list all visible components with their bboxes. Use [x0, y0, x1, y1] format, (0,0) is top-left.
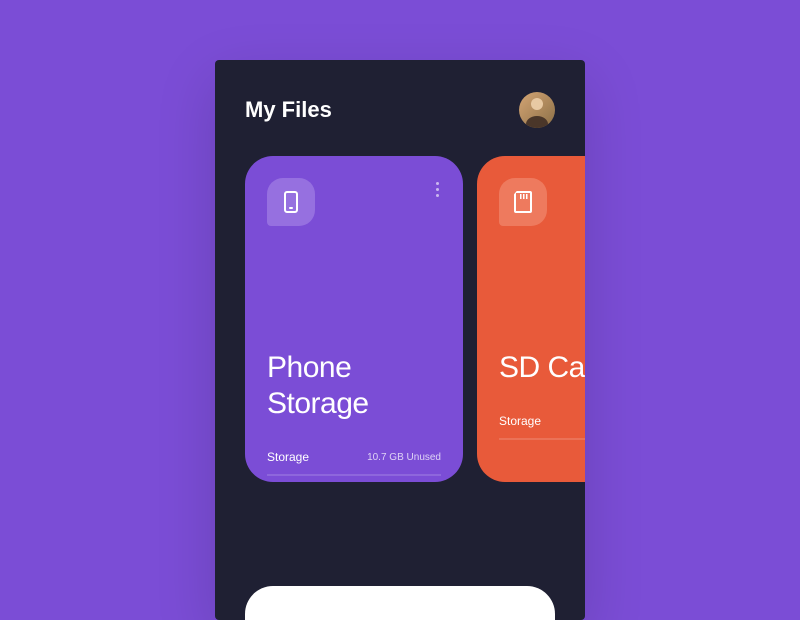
phone-storage-card[interactable]: Phone Storage Storage 10.7 GB Unused [245, 156, 463, 482]
storage-cards-row: Phone Storage Storage 10.7 GB Unused SD … [215, 156, 585, 482]
storage-label: Storage [267, 450, 309, 464]
more-menu-icon[interactable] [434, 178, 441, 201]
sd-card-icon [499, 178, 547, 226]
card-header [267, 178, 441, 226]
sd-card-card[interactable]: SD Card Storage [477, 156, 585, 482]
page-title: My Files [245, 97, 332, 123]
phone-icon [267, 178, 315, 226]
card-footer: Storage [499, 414, 585, 440]
storage-label: Storage [499, 414, 541, 428]
card-header [499, 178, 585, 226]
card-title: Phone Storage [267, 350, 441, 422]
bottom-sheet[interactable] [245, 586, 555, 620]
card-footer: Storage 10.7 GB Unused [267, 450, 441, 476]
avatar[interactable] [519, 92, 555, 128]
app-frame: My Files Phone Storage Storage 10.7 GB U… [215, 60, 585, 620]
storage-value: 10.7 GB Unused [367, 452, 441, 463]
header: My Files [215, 60, 585, 156]
card-title: SD Card [499, 350, 585, 386]
